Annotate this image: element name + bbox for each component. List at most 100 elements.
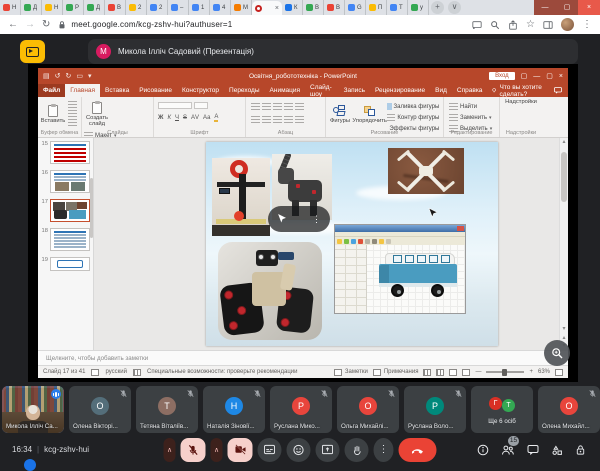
- captions-button[interactable]: [258, 438, 282, 462]
- shapes-button[interactable]: Фигуры: [328, 99, 352, 129]
- mic-off-button[interactable]: [181, 438, 206, 462]
- browser-tab[interactable]: В: [324, 0, 345, 15]
- font-name-select[interactable]: [158, 102, 192, 109]
- tab-draw[interactable]: Рисование: [134, 84, 177, 97]
- participant-tile[interactable]: Р Руслана Мико...: [270, 386, 332, 433]
- meeting-details-button[interactable]: [477, 444, 489, 456]
- slide-thumbnail[interactable]: 18: [40, 228, 91, 251]
- browser-tab[interactable]: П: [366, 0, 387, 15]
- slide-sorter-icon[interactable]: [436, 369, 444, 376]
- browser-tab[interactable]: Н: [0, 0, 21, 15]
- window-close-button[interactable]: ×: [578, 0, 600, 15]
- thumb-19[interactable]: [50, 257, 90, 271]
- tab-record[interactable]: Запись: [339, 84, 370, 97]
- tab-close-icon[interactable]: ×: [275, 5, 279, 12]
- thumb-18[interactable]: [50, 228, 90, 251]
- zoom-overlay-button[interactable]: [544, 340, 570, 366]
- presentation-indicator-button[interactable]: [20, 40, 45, 63]
- notes-indicator-icon[interactable]: [91, 369, 99, 376]
- font-size-select[interactable]: [194, 102, 208, 109]
- browser-tab[interactable]: G: [345, 0, 366, 15]
- align-center-icon[interactable]: [262, 116, 271, 123]
- addins-button[interactable]: Надстройки: [502, 99, 540, 105]
- ppt-scrollbar-thumb[interactable]: [561, 152, 567, 202]
- font-color-button[interactable]: А: [214, 114, 218, 122]
- participant-tile[interactable]: Т Тетяна Віталіїв...: [136, 386, 198, 433]
- overflow-tile[interactable]: Г Т Ще 6 осіб: [471, 386, 533, 433]
- browser-tab[interactable]: В: [303, 0, 324, 15]
- ppt-close-icon[interactable]: ×: [559, 73, 563, 80]
- cut-icon[interactable]: [68, 101, 77, 108]
- profile-avatar[interactable]: [561, 18, 574, 31]
- align-right-icon[interactable]: [273, 116, 282, 123]
- justify-icon[interactable]: [284, 116, 293, 123]
- replace-button[interactable]: Заменить▾: [449, 113, 492, 122]
- browser-tab[interactable]: Д: [84, 0, 105, 15]
- underline-button[interactable]: Ч: [175, 115, 179, 121]
- participant-tile[interactable]: Р Руслана Воло...: [404, 386, 466, 433]
- shape-outline-button[interactable]: Контур фигуры: [387, 113, 439, 122]
- zoom-in-icon[interactable]: +: [529, 369, 533, 375]
- accessibility-status[interactable]: Специальные возможности: проверьте реком…: [147, 369, 297, 375]
- ppt-sign-in-button[interactable]: Вход: [489, 72, 515, 80]
- browser-tab[interactable]: Н: [42, 0, 63, 15]
- indent-increase-icon[interactable]: [284, 103, 293, 110]
- tab-review[interactable]: Рецензирование: [370, 84, 430, 97]
- overlay-more-icon[interactable]: ⋮: [312, 214, 321, 225]
- italic-button[interactable]: К: [167, 115, 171, 121]
- browser-tab[interactable]: Т: [387, 0, 408, 15]
- slide-image-tracked-robot[interactable]: [218, 242, 322, 340]
- zoom-slider-knob[interactable]: [502, 369, 507, 376]
- mic-options-chevron[interactable]: ∧: [164, 438, 176, 462]
- notes-toggle[interactable]: Заметки: [334, 369, 368, 376]
- share-icon[interactable]: [508, 20, 518, 30]
- align-left-icon[interactable]: [251, 116, 260, 123]
- slide-image-lego-designer-window[interactable]: [334, 224, 466, 314]
- ppt-notes-pane[interactable]: Щелкните, чтобы добавить заметки: [38, 350, 568, 365]
- window-minimize-button[interactable]: —: [534, 0, 556, 15]
- tab-design[interactable]: Конструктор: [177, 84, 224, 97]
- tab-transitions[interactable]: Переходы: [224, 84, 265, 97]
- participant-tile[interactable]: О Олена Вікторі...: [69, 386, 131, 433]
- thumb-17[interactable]: [50, 199, 90, 222]
- browser-tab[interactable]: М: [231, 0, 252, 15]
- bullets-icon[interactable]: [251, 103, 260, 110]
- indent-decrease-icon[interactable]: [273, 103, 282, 110]
- char-spacing-button[interactable]: АV: [191, 115, 199, 121]
- presenter-name-card[interactable]: М Микола Ілліч Садовий (Презентація): [88, 39, 578, 64]
- participant-tile[interactable]: О Ольга Михайлі...: [337, 386, 399, 433]
- sidebar-icon[interactable]: [543, 20, 553, 30]
- browser-tab[interactable]: К: [282, 0, 303, 15]
- reload-icon[interactable]: ↻: [42, 20, 50, 30]
- browser-tab[interactable]: 2: [147, 0, 168, 15]
- back-icon[interactable]: ←: [8, 20, 18, 30]
- camera-off-button[interactable]: [228, 438, 253, 462]
- raise-hand-button[interactable]: [345, 438, 369, 462]
- participant-tile[interactable]: Н Наталія Зіновії...: [203, 386, 265, 433]
- scroll-down-icon[interactable]: ▾: [560, 325, 568, 332]
- tab-home[interactable]: Главная: [65, 84, 100, 97]
- arrange-button[interactable]: Упорядочить: [354, 99, 386, 129]
- tell-me-box[interactable]: Что вы хотите сделать?: [487, 84, 554, 97]
- tab-file[interactable]: Файл: [38, 84, 65, 97]
- new-slide-button[interactable]: Создать слайд: [84, 99, 110, 129]
- browser-tab[interactable]: у: [408, 0, 429, 15]
- ppt-minimize-icon[interactable]: —: [533, 73, 540, 80]
- accessibility-icon[interactable]: [133, 369, 141, 376]
- tab-view[interactable]: Вид: [430, 84, 452, 97]
- cast-icon[interactable]: [472, 20, 482, 30]
- host-controls-button[interactable]: [575, 444, 586, 456]
- ribbon-display-options-icon[interactable]: ▢: [521, 72, 528, 80]
- reading-view-icon[interactable]: [449, 369, 457, 376]
- strikethrough-button[interactable]: S: [183, 115, 187, 121]
- tab-help[interactable]: Справка: [452, 84, 488, 97]
- find-button[interactable]: Найти: [449, 102, 492, 111]
- bookmark-star-icon[interactable]: ☆: [526, 20, 535, 30]
- thumbnail-scrollbar[interactable]: [90, 178, 93, 238]
- browser-tab[interactable]: 4: [210, 0, 231, 15]
- pointer-icon[interactable]: [277, 214, 286, 225]
- ppt-scrollbar[interactable]: ▴ ▾ ▴ ▾: [559, 138, 568, 350]
- slide-thumbnail[interactable]: 19: [40, 257, 91, 271]
- thumb-15[interactable]: [50, 141, 90, 164]
- chat-button[interactable]: [527, 444, 539, 456]
